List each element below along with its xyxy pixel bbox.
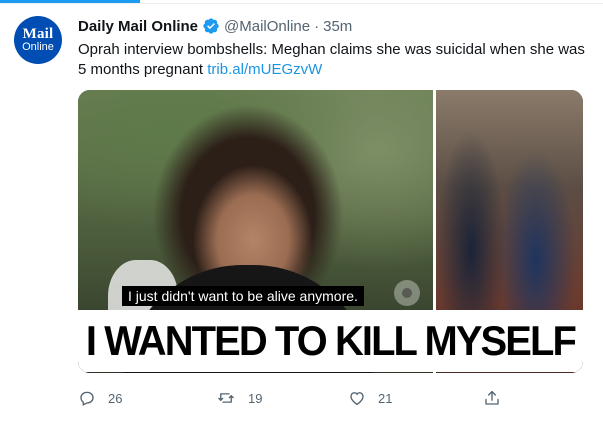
avatar-line2: Online (22, 41, 54, 53)
tweet-header: Daily Mail Online @MailOnline · 35m (78, 16, 352, 36)
retweet-count: 19 (248, 390, 263, 406)
reply-button[interactable]: 26 (78, 387, 122, 409)
retweet-icon (216, 389, 236, 407)
tweet-actions: 26 19 21 (78, 387, 508, 409)
subtitle-caption: I just didn't want to be alive anymore. (122, 286, 364, 306)
separator-dot: · (314, 17, 320, 35)
tweet-media[interactable]: I just didn't want to be alive anymore. … (78, 90, 583, 373)
author-name[interactable]: Daily Mail Online (78, 18, 198, 35)
share-button[interactable] (483, 387, 501, 409)
avatar-line1: Mail (22, 26, 54, 42)
headline-banner: I WANTED TO KILL MYSELF (78, 310, 583, 372)
top-divider (0, 3, 603, 4)
reply-icon (78, 389, 96, 407)
like-icon (348, 389, 366, 407)
cbs-eye-logo (394, 280, 420, 306)
like-button[interactable]: 21 (348, 387, 392, 409)
author-handle[interactable]: @MailOnline (224, 18, 310, 35)
tweet-body: Oprah interview bombshells: Meghan claim… (78, 41, 585, 78)
share-icon (483, 389, 501, 407)
tweet-link[interactable]: trib.al/mUEGzvW (207, 61, 322, 78)
verified-badge-icon (202, 17, 220, 35)
retweet-button[interactable]: 19 (216, 387, 262, 409)
timestamp[interactable]: 35m (323, 18, 352, 35)
avatar[interactable]: Mail Online (14, 16, 62, 64)
like-count: 21 (378, 390, 393, 406)
reply-count: 26 (108, 390, 123, 406)
tweet-text: Oprah interview bombshells: Meghan claim… (78, 40, 588, 80)
headline-text: I WANTED TO KILL MYSELF (85, 317, 577, 364)
